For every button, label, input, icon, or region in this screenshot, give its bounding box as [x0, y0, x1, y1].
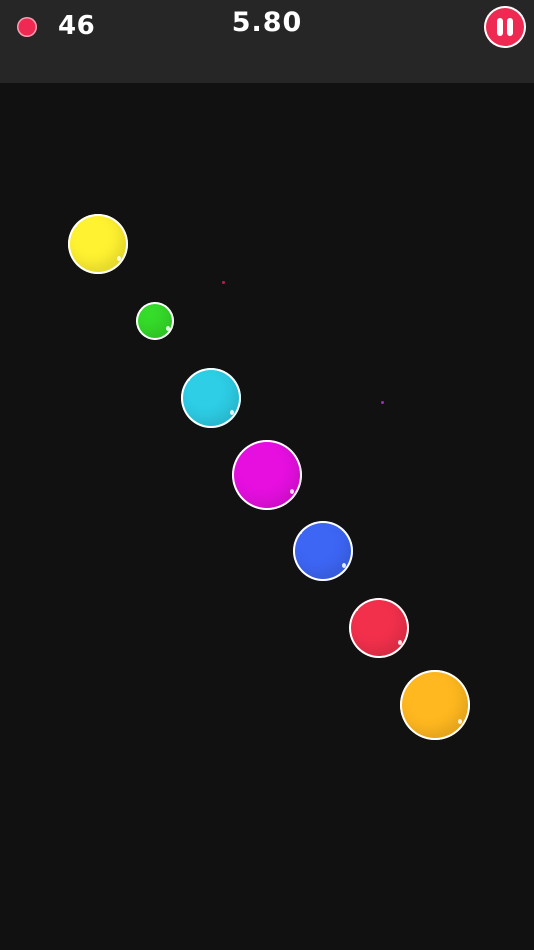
bubble-shine: [342, 562, 347, 568]
bubble-orange[interactable]: [400, 670, 470, 740]
bubble-shine: [239, 452, 242, 455]
bubble-green[interactable]: [136, 302, 174, 340]
bubble-shine: [117, 255, 122, 261]
bubble-yellow[interactable]: [68, 214, 128, 274]
bubble-shine: [140, 308, 143, 311]
bubble-shine: [458, 719, 463, 725]
bubble-blue[interactable]: [293, 521, 353, 581]
bubble-magenta[interactable]: [232, 440, 302, 510]
pause-icon: [497, 18, 503, 36]
bubble-shine: [355, 608, 358, 611]
bubble-shine: [398, 639, 403, 645]
bubble-red[interactable]: [349, 598, 409, 658]
play-field: [0, 83, 534, 950]
top-bar: 46 5.80: [0, 0, 534, 83]
particle-spark: [381, 401, 384, 404]
bubble-cyan[interactable]: [181, 368, 241, 428]
bubble-shine: [165, 326, 170, 332]
bubble-shine: [299, 531, 302, 534]
bubble-shine: [290, 489, 295, 495]
timer: 5.80: [231, 7, 303, 38]
pause-button[interactable]: [484, 6, 526, 48]
bubble-shine: [187, 378, 190, 381]
bubble-shine: [74, 224, 77, 227]
bubble-shine: [230, 409, 235, 415]
particle-spark: [222, 281, 225, 284]
bubble-shine: [407, 682, 410, 685]
